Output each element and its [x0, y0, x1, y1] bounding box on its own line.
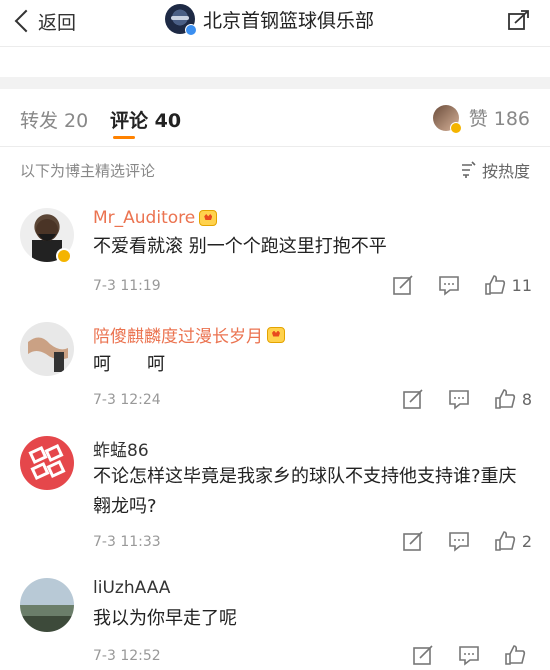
comment-time: 7-3 11:33: [93, 534, 161, 550]
thumbs-up-icon: [505, 645, 526, 665]
vip-crown-icon: [199, 210, 218, 226]
repost-button[interactable]: [402, 388, 424, 410]
comment-time: 7-3 11:19: [93, 278, 161, 294]
liker-avatar: [432, 104, 462, 134]
reply-button[interactable]: [438, 274, 460, 296]
reply-button[interactable]: [448, 388, 470, 410]
page-title: 北京首钢篮球俱乐部: [203, 9, 375, 32]
thumbs-up-icon: [495, 389, 515, 409]
comment-author[interactable]: Mr_Auditore: [93, 208, 195, 228]
comment-time: 7-3 12:52: [93, 648, 161, 664]
repost-button[interactable]: [402, 530, 424, 552]
vip-crown-icon: [267, 326, 285, 343]
comment-author-row: liUzhAAA: [93, 578, 170, 598]
like-count: 11: [511, 275, 532, 295]
like-count: 8: [521, 389, 532, 409]
like-button[interactable]: 2: [494, 530, 532, 552]
comment-time: 7-3 12:24: [93, 392, 161, 408]
section-separator: [0, 77, 550, 89]
comment-author[interactable]: liUzhAAA: [93, 578, 170, 598]
comment-author-row: 蚱蜢86: [93, 436, 149, 461]
comment-author-row: 陪傻麒麟度过漫长岁月: [93, 322, 285, 347]
nav-account[interactable]: 北京首钢篮球俱乐部: [165, 4, 375, 36]
repost-button[interactable]: [412, 644, 434, 666]
sort-label: 按热度: [481, 162, 530, 181]
comment-icon: [449, 532, 469, 552]
comment-actions: 2: [378, 530, 532, 552]
avatar[interactable]: [20, 436, 74, 490]
chevron-left-icon: [14, 9, 38, 33]
repost-icon: [392, 275, 413, 295]
like-button[interactable]: 8: [494, 388, 532, 410]
like-button[interactable]: [504, 644, 532, 666]
comment-author-row: Mr_Auditore: [93, 208, 218, 228]
team-logo: [165, 4, 197, 36]
divider: [0, 146, 550, 147]
repost-button[interactable]: [392, 274, 414, 296]
reply-button[interactable]: [458, 644, 480, 666]
comment-text: 不爱看就滚 别一个个跑这里打抱不平: [93, 236, 387, 257]
sort-icon: [461, 161, 476, 178]
repost-icon: [413, 645, 433, 665]
comment-author[interactable]: 蚱蜢86: [93, 436, 149, 461]
thumbs-up-icon: [484, 275, 505, 295]
share-icon[interactable]: [508, 10, 530, 30]
thumbs-up-icon: [495, 531, 515, 551]
comment-icon: [449, 390, 469, 410]
comment-icon: [459, 646, 479, 666]
comment-text: 不论怎样这毕竟是我家乡的球队不支持他支持谁?重庆翱龙吗?: [93, 466, 517, 517]
sort-button[interactable]: 按热度: [460, 158, 530, 182]
comments-header: 以下为博主精选评论 按热度: [0, 158, 550, 186]
likes-label: 赞 186: [468, 108, 530, 130]
avatar[interactable]: [20, 322, 74, 376]
comment-actions: [388, 644, 532, 666]
like-button[interactable]: 11: [484, 274, 532, 296]
like-count: 2: [521, 531, 532, 551]
tab-bar: 转发 20 评论 40 赞 186: [0, 100, 550, 140]
comment-icon: [438, 276, 459, 296]
reply-button[interactable]: [448, 530, 470, 552]
comment-actions: 11: [368, 274, 532, 296]
tab-comments[interactable]: 评论 40: [110, 106, 181, 133]
back-label: 返回: [38, 11, 77, 34]
comment-text: 我以为你早走了呢: [93, 608, 237, 629]
repost-icon: [403, 531, 423, 551]
back-button[interactable]: 返回: [12, 6, 76, 36]
tab-reposts[interactable]: 转发 20: [20, 106, 88, 133]
curated-note: 以下为博主精选评论: [20, 162, 156, 180]
verified-badge-icon: [185, 24, 197, 36]
comment-author[interactable]: 陪傻麒麟度过漫长岁月: [93, 322, 263, 347]
verified-badge-icon: [56, 248, 72, 264]
active-tab-indicator: [113, 136, 135, 139]
repost-icon: [403, 389, 423, 409]
comment-actions: 8: [378, 388, 532, 410]
avatar[interactable]: [20, 578, 74, 632]
comment-text: 呵 呵: [93, 354, 165, 375]
tab-likes[interactable]: 赞 186: [432, 104, 530, 134]
divider: [0, 46, 550, 47]
nav-bar: 返回 北京首钢篮球俱乐部: [0, 0, 550, 46]
